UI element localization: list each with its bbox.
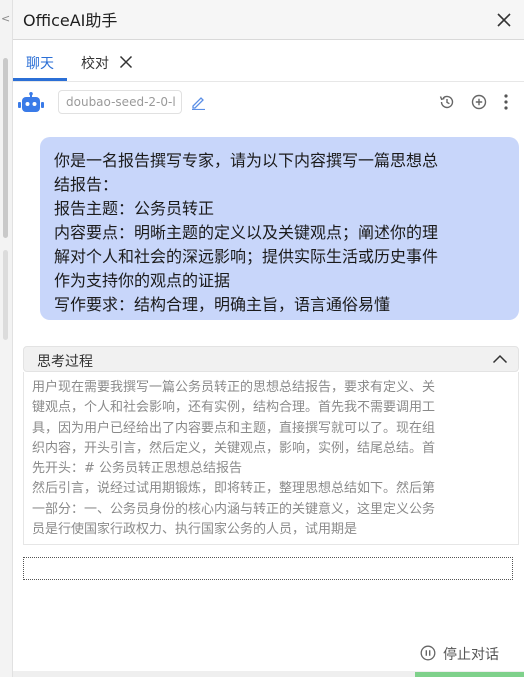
- edge-mark: <: [1, 12, 11, 25]
- active-tab-indicator: [13, 78, 67, 81]
- history-icon[interactable]: [438, 93, 456, 111]
- thinking-line: 员是行使国家行政权力、执行国家公务的人员，试用期是: [32, 522, 358, 538]
- chevron-up-icon: [492, 354, 508, 364]
- message-line: 结报告：: [54, 175, 119, 194]
- thinking-line: 然后引言，说经过试用期锻炼，即将转正，整理思想总结如下。然后第: [32, 481, 436, 497]
- thinking-label: 思考过程: [37, 354, 93, 370]
- user-message-bubble: 你是一名报告撰写专家，请为以下内容撰写一篇思想总 结报告： 报告主题：公务员转正…: [40, 137, 519, 320]
- message-line: 你是一名报告撰写专家，请为以下内容撰写一篇思想总: [54, 151, 439, 170]
- tab-proofread[interactable]: 校对: [81, 53, 109, 73]
- progress-indicator: [415, 672, 524, 677]
- thinking-line: 用户现在需要我撰写一篇公务员转正的思想总结报告，要求有定义、关: [32, 380, 436, 395]
- response-placeholder: [23, 557, 513, 580]
- message-line: 报告主题：公务员转正: [54, 199, 215, 218]
- tab-bar: 聊天 校对: [13, 41, 524, 82]
- left-edge-panel: <: [0, 0, 13, 677]
- close-icon[interactable]: [496, 12, 512, 28]
- message-line: 解对个人和社会的深远影响；提供实际生活或历史事件: [54, 247, 439, 266]
- thinking-line: 织内容，开头引言，然后定义，关键观点，影响，实例，结尾总结。首: [32, 440, 436, 456]
- tab-close-icon[interactable]: [119, 55, 133, 69]
- robot-icon: [18, 92, 44, 112]
- more-options-icon[interactable]: [503, 93, 509, 111]
- chat-toolbar: doubao-seed-2-0-l: [13, 84, 524, 122]
- thinking-line: 先开头：# 公务员转正思想总结报告: [32, 461, 243, 477]
- pause-circle-icon: [420, 645, 436, 661]
- title-bar: OfficeAI助手: [13, 0, 524, 40]
- thinking-line: 一部分：一、公务员身份的核心内涵与转正的关键意义，这里定义公务: [32, 501, 436, 517]
- new-chat-icon[interactable]: [470, 93, 488, 111]
- edit-icon[interactable]: [190, 94, 206, 110]
- stop-label: 停止对话: [443, 647, 499, 663]
- thinking-content: 用户现在需要我撰写一篇公务员转正的思想总结报告，要求有定义、关 键观点，个人和社…: [23, 372, 519, 545]
- message-line: 作为支持你的观点的证据: [54, 271, 231, 290]
- message-line: 内容要点：明晰主题的定义以及关键观点；阐述你的理: [54, 223, 439, 242]
- message-line: 写作要求：结构合理，明确主旨，语言通俗易懂: [54, 295, 391, 314]
- model-selector[interactable]: doubao-seed-2-0-l: [58, 90, 182, 114]
- thinking-line: 键观点，个人和社会影响，还有实例，结构合理。首先我不需要调用工: [32, 400, 436, 416]
- edge-scroll-bar-lower: [3, 250, 8, 340]
- app-title: OfficeAI助手: [23, 11, 118, 30]
- thinking-line: 具，因为用户已经给出了内容要点和主题，直接撰写就可以了。现在组: [32, 420, 436, 436]
- edge-scroll-bar[interactable]: [3, 58, 8, 238]
- tab-chat[interactable]: 聊天: [26, 53, 54, 73]
- thinking-toggle[interactable]: 思考过程: [23, 346, 519, 372]
